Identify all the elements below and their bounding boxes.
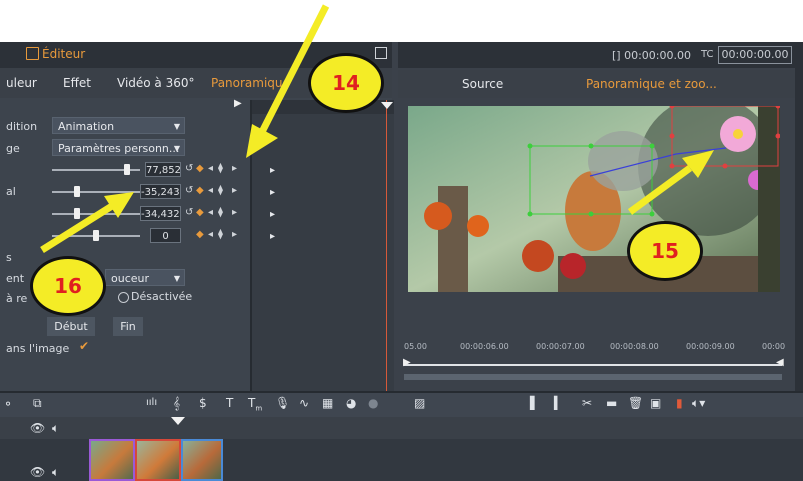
annotation-arrow: [40, 203, 114, 253]
annotation-badge-15: 15: [627, 221, 703, 281]
annotation-label-14: 14: [332, 71, 360, 95]
annotation-arrow: [627, 165, 693, 215]
annotation-label-15: 15: [651, 239, 679, 263]
annotation-badge-14: 14: [308, 53, 384, 113]
annotation-badge-16: 16: [30, 256, 106, 316]
annotation-label-16: 16: [54, 274, 82, 298]
